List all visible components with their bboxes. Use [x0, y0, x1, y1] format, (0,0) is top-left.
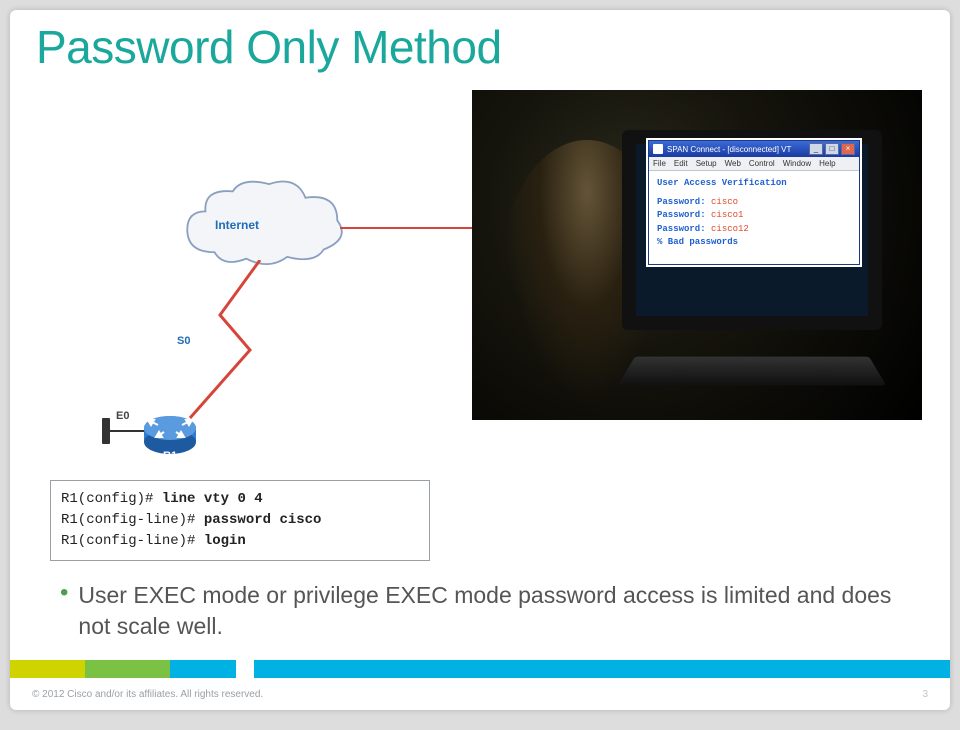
error-message: % Bad passwords	[657, 236, 851, 250]
nic-icon	[102, 418, 110, 444]
keyboard	[618, 357, 886, 386]
close-button[interactable]: ×	[841, 143, 855, 155]
ethernet-interface-label: E0	[116, 410, 129, 422]
password-attempt: Password: cisco12	[657, 223, 851, 237]
serial-link	[180, 260, 280, 420]
terminal-output: User Access Verification Password: cisco…	[649, 171, 859, 264]
bullet-text: User EXEC mode or privilege EXEC mode pa…	[78, 580, 910, 642]
menu-file[interactable]: File	[653, 159, 666, 168]
minimize-button[interactable]: _	[809, 143, 823, 155]
cli-line: R1(config-line)# login	[61, 531, 419, 552]
menu-window[interactable]: Window	[783, 159, 811, 168]
cli-line: R1(config)# line vty 0 4	[61, 489, 419, 510]
cli-line: R1(config-line)# password cisco	[61, 510, 419, 531]
menu-help[interactable]: Help	[819, 159, 835, 168]
password-attempt: Password: cisco1	[657, 209, 851, 223]
terminal-menubar: File Edit Setup Web Control Window Help	[649, 157, 859, 171]
serial-interface-label: S0	[177, 335, 190, 347]
app-icon	[653, 144, 663, 154]
cloud-label: Internet	[215, 218, 259, 232]
ethernet-link	[110, 430, 144, 432]
page-number: 3	[922, 689, 928, 700]
menu-control[interactable]: Control	[749, 159, 775, 168]
page-title: Password Only Method	[36, 20, 502, 74]
password-attempt: Password: cisco	[657, 196, 851, 210]
network-diagram: Internet S0 E0 R1	[110, 160, 440, 460]
maximize-button[interactable]: □	[825, 143, 839, 155]
slide: Password Only Method Internet S0 E0	[10, 10, 950, 710]
menu-web[interactable]: Web	[725, 159, 741, 168]
footer-color-bar	[10, 660, 950, 678]
terminal-window: SPAN Connect - [disconnected] VT _ □ × F…	[648, 140, 860, 265]
copyright: © 2012 Cisco and/or its affiliates. All …	[32, 689, 263, 700]
menu-setup[interactable]: Setup	[696, 159, 717, 168]
cli-config-box: R1(config)# line vty 0 4 R1(config-line)…	[50, 480, 430, 561]
remote-link	[340, 227, 490, 229]
terminal-titlebar: SPAN Connect - [disconnected] VT _ □ ×	[649, 141, 859, 157]
router-label: R1	[163, 450, 177, 462]
terminal-title: SPAN Connect - [disconnected] VT	[667, 145, 809, 154]
verification-header: User Access Verification	[657, 177, 851, 191]
bullet-icon: •	[60, 580, 68, 606]
bullet-point: • User EXEC mode or privilege EXEC mode …	[60, 580, 910, 642]
menu-edit[interactable]: Edit	[674, 159, 688, 168]
